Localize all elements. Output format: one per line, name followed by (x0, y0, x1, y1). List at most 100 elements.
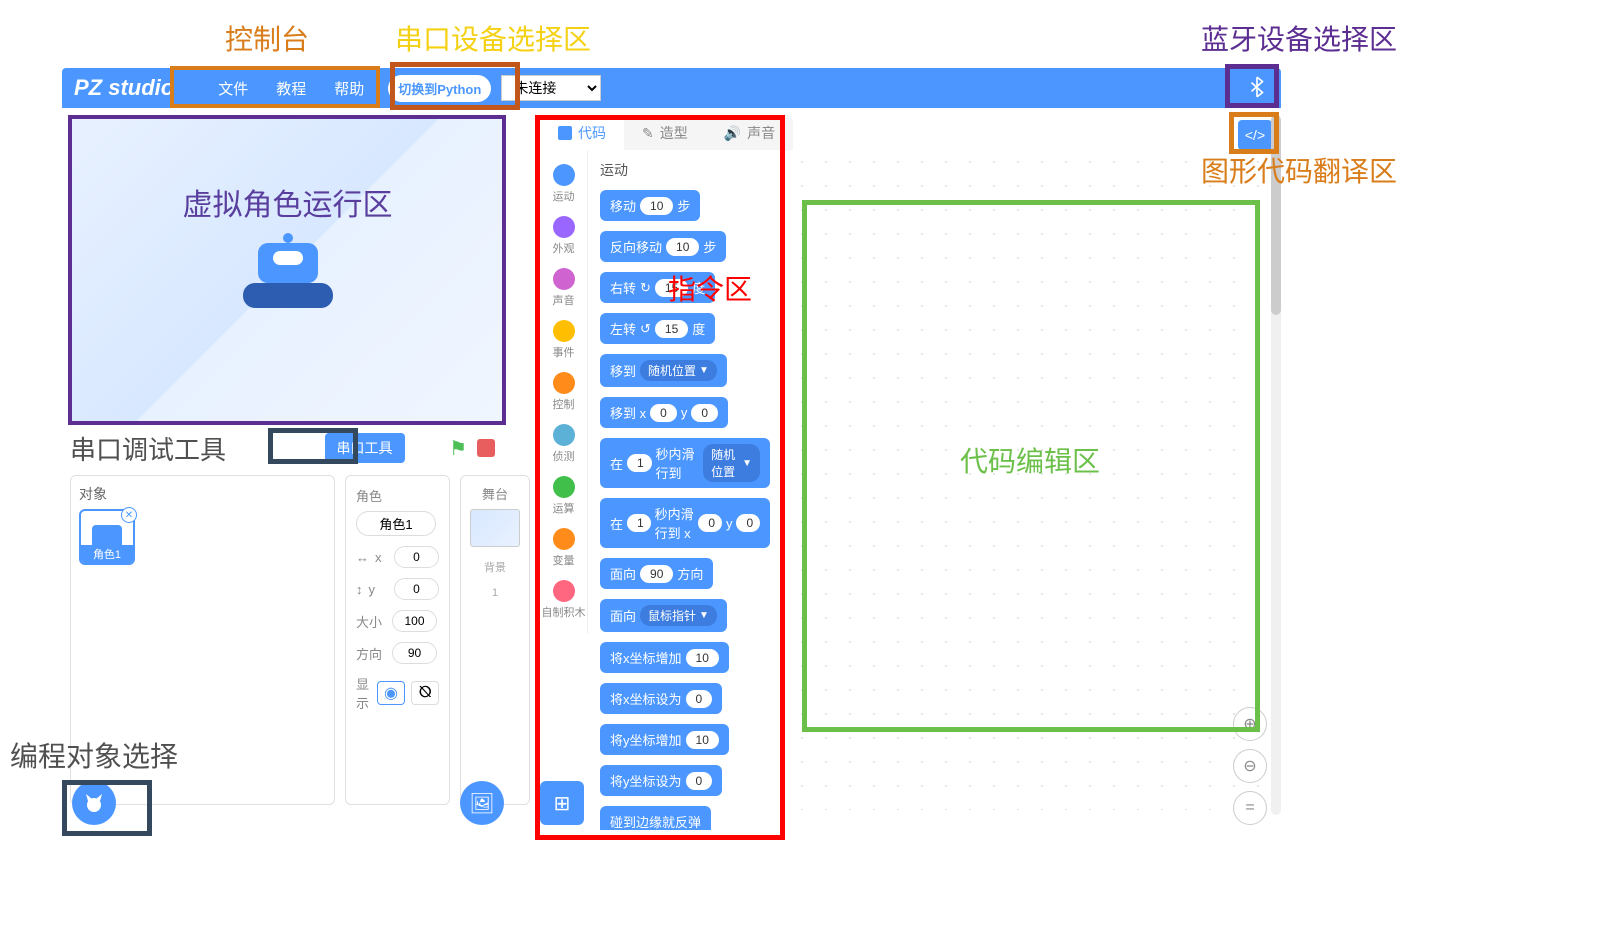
vertical-scrollbar[interactable] (1271, 115, 1281, 815)
block-set-x-input[interactable]: 0 (686, 690, 713, 708)
scrollbar-thumb[interactable] (1271, 115, 1281, 315)
block-change-y-input[interactable]: 10 (686, 731, 719, 749)
block-goto-x-input[interactable]: 0 (650, 404, 677, 422)
category-dot (553, 528, 575, 550)
topbar: PZ studio 文件 教程 帮助 切换到Python 未连接 (62, 68, 1281, 108)
category-label: 运动 (553, 188, 575, 204)
category-控制[interactable]: 控制 (540, 366, 587, 418)
block-glidexy-sec-input[interactable]: 1 (627, 514, 651, 532)
block-change-x-input[interactable]: 10 (686, 649, 719, 667)
category-dot (553, 476, 575, 498)
switch-python-button[interactable]: 切换到Python (388, 75, 491, 102)
category-运动[interactable]: 运动 (540, 158, 587, 210)
y-input[interactable] (394, 578, 439, 600)
tab-costume-label: 造型 (660, 123, 688, 143)
block-point-mouse[interactable]: 面向 鼠标指针▼ (600, 599, 727, 632)
stage-area[interactable]: 虚拟角色运行区 (70, 115, 505, 425)
block-change-y[interactable]: 将y坐标增加 10 (600, 724, 729, 755)
x-input[interactable] (394, 546, 439, 568)
tab-code[interactable]: 代码 (540, 115, 624, 151)
delete-sprite-button[interactable]: ✕ (121, 507, 137, 523)
block-goto-xy[interactable]: 移到 x 0 y 0 (600, 397, 728, 428)
sprite-list-panel: 对象 ✕ 角色1 (70, 475, 335, 805)
block-point-dir[interactable]: 面向 90 方向 (600, 558, 713, 589)
menu-file[interactable]: 文件 (218, 78, 248, 99)
block-turn-right[interactable]: 右转 ↻ 15 度 (600, 272, 715, 303)
sprite-thumb[interactable]: ✕ 角色1 (79, 509, 135, 565)
zoom-in-button[interactable]: ⊕ (1233, 707, 1267, 741)
block-bounce[interactable]: 碰到边缘就反弹 (600, 806, 711, 830)
zoom-reset-button[interactable]: = (1233, 791, 1267, 825)
category-dot (553, 164, 575, 186)
block-move-input[interactable]: 10 (640, 197, 673, 215)
block-goto-y-input[interactable]: 0 (691, 404, 718, 422)
eye-icon: ◉ (384, 683, 398, 703)
block-point-dir-input[interactable]: 90 (640, 565, 673, 583)
category-侦测[interactable]: 侦测 (540, 418, 587, 470)
zoom-out-button[interactable]: ⊖ (1233, 749, 1267, 783)
brush-icon: ✎ (642, 125, 654, 142)
backdrop-count: 1 (469, 587, 521, 599)
block-set-x[interactable]: 将x坐标设为 0 (600, 683, 722, 714)
tab-sound-label: 声音 (747, 123, 775, 143)
category-label: 控制 (553, 396, 575, 412)
block-goto-random[interactable]: 移到 随机位置▼ (600, 354, 727, 387)
block-set-y-input[interactable]: 0 (686, 772, 713, 790)
block-goto-dropdown[interactable]: 随机位置▼ (640, 360, 717, 381)
stop-button[interactable] (477, 439, 495, 457)
block-glide-sec-input[interactable]: 1 (627, 454, 651, 472)
stage-controls: 串口工具 ⚑ (70, 425, 505, 471)
category-事件[interactable]: 事件 (540, 314, 587, 366)
block-glide-xy[interactable]: 在 1 秒内滑行到 x 0 y 0 (600, 498, 770, 548)
connection-select[interactable]: 未连接 (501, 75, 601, 101)
menu-tutorial[interactable]: 教程 (276, 78, 306, 99)
stage-wrapper: 虚拟角色运行区 串口工具 ⚑ (70, 115, 505, 471)
category-label: 事件 (553, 344, 575, 360)
size-input[interactable] (392, 610, 437, 632)
show-button[interactable]: ◉ (377, 681, 405, 705)
block-glide-random[interactable]: 在 1 秒内滑行到 随机位置▼ (600, 438, 770, 488)
block-glidexy-x-input[interactable]: 0 (698, 514, 722, 532)
category-label: 声音 (553, 292, 575, 308)
category-label: 外观 (553, 240, 575, 256)
direction-input[interactable] (392, 642, 437, 664)
block-move-back[interactable]: 反向移动 10 步 (600, 231, 726, 262)
block-move-back-input[interactable]: 10 (666, 238, 699, 256)
category-声音[interactable]: 声音 (540, 262, 587, 314)
green-flag-button[interactable]: ⚑ (449, 436, 467, 461)
category-运算[interactable]: 运算 (540, 470, 587, 522)
x-label: x (375, 550, 388, 565)
hide-button[interactable]: ⦰ (411, 681, 439, 705)
sprite-robot[interactable] (243, 233, 333, 308)
block-turn-right-input[interactable]: 15 (655, 279, 688, 297)
add-extension-button[interactable]: ⊞ (540, 781, 584, 825)
block-point-dropdown[interactable]: 鼠标指针▼ (640, 605, 717, 626)
annotation-serial-select: 串口设备选择区 (395, 18, 591, 58)
tab-costume[interactable]: ✎ 造型 (624, 115, 706, 151)
block-glide-dropdown[interactable]: 随机位置▼ (703, 444, 760, 482)
add-backdrop-button[interactable]: 🖼 (460, 781, 504, 825)
menu-help[interactable]: 帮助 (334, 78, 364, 99)
bluetooth-button[interactable] (1237, 70, 1277, 104)
extension-icon: ⊞ (554, 791, 571, 816)
block-turn-left[interactable]: 左转 ↺ 15 度 (600, 313, 715, 344)
block-change-x[interactable]: 将x坐标增加 10 (600, 642, 729, 673)
stage-thumb[interactable] (470, 509, 520, 547)
add-sprite-button[interactable] (72, 781, 116, 825)
category-dot (553, 268, 575, 290)
stage-thumb-panel: 舞台 背景 1 (460, 475, 530, 805)
category-变量[interactable]: 变量 (540, 522, 587, 574)
code-toggle-button[interactable]: </> (1238, 120, 1272, 150)
plus-icon: ⊕ (1243, 714, 1256, 734)
category-自制积木[interactable]: 自制积木 (540, 574, 587, 626)
block-turn-left-input[interactable]: 15 (655, 320, 688, 338)
block-glidexy-y-input[interactable]: 0 (736, 514, 760, 532)
tab-sound[interactable]: 🔊 声音 (706, 115, 793, 151)
block-set-y[interactable]: 将y坐标设为 0 (600, 765, 722, 796)
code-workspace[interactable] (790, 150, 1265, 810)
serial-tool-button[interactable]: 串口工具 (325, 433, 405, 463)
category-外观[interactable]: 外观 (540, 210, 587, 262)
sprite-name-input[interactable] (356, 511, 436, 536)
block-move[interactable]: 移动 10 步 (600, 190, 700, 221)
annotation-bluetooth-select: 蓝牙设备选择区 (1201, 18, 1397, 58)
